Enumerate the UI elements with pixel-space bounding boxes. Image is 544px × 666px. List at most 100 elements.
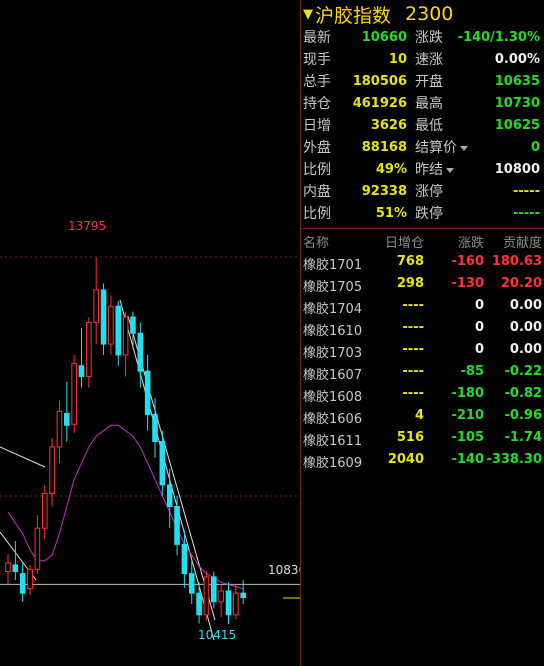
candle-body [56, 410, 63, 448]
contribution: 180.63 [491, 254, 542, 269]
daily-oi-change: ---- [402, 320, 424, 335]
candlestick-chart[interactable]: 13795 10415 10836 [0, 0, 300, 666]
quote-value: ----- [513, 205, 540, 221]
candle-body [144, 370, 151, 415]
quote-label-text: 最低 [415, 118, 443, 134]
quote-value: 10800 [494, 161, 540, 177]
chart-canvas: 13795 10415 10836 [0, 219, 300, 642]
daily-oi-change: 4 [414, 408, 424, 423]
contract-name: 橡胶1611 [303, 434, 363, 449]
instrument-title[interactable]: ▼ 沪胶指数 2300 [303, 0, 453, 28]
quote-label: 最低 [415, 115, 443, 135]
quote-value: 10635 [494, 73, 540, 89]
quote-value: 92338 [361, 183, 407, 199]
candle-body [19, 573, 26, 594]
contribution: -1.74 [504, 430, 542, 445]
quote-label-text: 涨跌 [415, 30, 443, 46]
contribution: 0.00 [509, 320, 542, 335]
candle-body [166, 484, 173, 508]
dropdown-triangle-icon[interactable]: ▼ [303, 7, 313, 22]
candle-body [159, 441, 166, 486]
price-change: -140 [451, 452, 484, 467]
contribution: -338.30 [486, 452, 542, 467]
candle-body [225, 590, 232, 616]
quote-label-text: 昨结 [415, 162, 443, 178]
table-row[interactable]: 橡胶1703 ---- 0 0.00 [301, 342, 544, 364]
candle-body [122, 316, 129, 356]
low-price-label: 10415 [198, 628, 236, 642]
table-row[interactable]: 橡胶1611 516 -105 -1.74 [301, 430, 544, 452]
candle-body [240, 592, 246, 598]
quote-value: 51% [375, 205, 407, 221]
quote-value: -140/1.30% [457, 29, 540, 45]
contract-name: 橡胶1609 [303, 456, 363, 471]
quote-panel: ▼ 沪胶指数 2300 最新 10660 涨跌 -140/1.30% 现手 10 速涨 0.0… [301, 0, 544, 666]
table-row[interactable]: 橡胶1705 298 -130 20.20 [301, 276, 544, 298]
table-row[interactable]: 橡胶1704 ---- 0 0.00 [301, 298, 544, 320]
quote-label: 持仓 [303, 96, 331, 112]
contract-name: 橡胶1607 [303, 368, 363, 383]
quote-label: 总手 [303, 74, 331, 90]
table-row[interactable]: 橡胶1606 4 -210 -0.96 [301, 408, 544, 430]
quote-label: 跌停 [415, 203, 443, 223]
quote-row: 内盘 92338 涨停 ----- [301, 180, 544, 202]
contract-name: 橡胶1606 [303, 412, 363, 427]
price-change: 0 [474, 342, 484, 357]
level-price-label: 10836 [268, 563, 300, 577]
component-table: 名称 日增仓 涨跌 贡献度 橡胶1701 768 -160 180.63 橡胶1705 298 -1… [301, 232, 544, 474]
chevron-down-icon[interactable] [446, 167, 454, 173]
daily-oi-change: ---- [402, 364, 424, 379]
table-row[interactable]: 橡胶1608 ---- -180 -0.82 [301, 386, 544, 408]
quote-label: 内盘 [303, 184, 331, 200]
quote-label: 比例 [303, 206, 331, 222]
table-row[interactable]: 橡胶1609 2040 -140 -338.30 [301, 452, 544, 474]
column-header[interactable]: 名称 [303, 232, 329, 251]
quote-row: 外盘 88168 结算价 0 [301, 136, 544, 158]
quote-label: 日增 [303, 118, 331, 134]
column-header[interactable]: 贡献度 [503, 232, 542, 251]
table-row[interactable]: 橡胶1610 ---- 0 0.00 [301, 320, 544, 342]
contract-name: 橡胶1703 [303, 346, 363, 361]
candle-body [211, 576, 217, 603]
quote-label[interactable]: 昨结 [415, 159, 454, 179]
trend-line [119, 299, 215, 641]
contribution: 20.20 [500, 276, 542, 291]
price-change: -105 [451, 430, 484, 445]
table-row[interactable]: 橡胶1607 ---- -85 -0.22 [301, 364, 544, 386]
candle-body [233, 592, 239, 616]
price-change: -180 [451, 386, 484, 401]
candle-body [64, 412, 70, 426]
candle-body [49, 446, 55, 495]
candle-body [34, 527, 41, 570]
quote-value: 10730 [494, 95, 540, 111]
daily-oi-change: ---- [402, 386, 424, 401]
table-row[interactable]: 橡胶1701 768 -160 180.63 [301, 254, 544, 276]
column-header[interactable]: 日增仓 [385, 232, 424, 251]
column-header[interactable]: 涨跌 [458, 232, 484, 251]
candle-body [115, 305, 122, 356]
quote-value: 49% [375, 161, 407, 177]
quote-label-text: 跌停 [415, 206, 443, 222]
price-change: -210 [451, 408, 484, 423]
section-divider [301, 228, 544, 229]
quote-value: 10 [388, 51, 407, 67]
candle-body [93, 289, 100, 323]
quote-label: 比例 [303, 162, 331, 178]
quote-row: 比例 49% 昨结 10800 [301, 158, 544, 180]
contribution: 0.00 [509, 298, 542, 313]
candle-body [188, 573, 195, 594]
quote-value: 180506 [352, 73, 407, 89]
quote-row: 最新 10660 涨跌 -140/1.30% [301, 26, 544, 48]
quote-label: 涨跌 [415, 27, 443, 47]
quote-value: 0 [530, 139, 540, 155]
quote-label[interactable]: 结算价 [415, 137, 468, 157]
quote-label: 开盘 [415, 71, 443, 91]
candle-body [108, 305, 114, 345]
price-change: -160 [451, 254, 484, 269]
price-change: 0 [474, 320, 484, 335]
contract-name: 橡胶1704 [303, 302, 363, 317]
daily-oi-change: 768 [396, 254, 424, 269]
price-change: 0 [474, 298, 484, 313]
chevron-down-icon[interactable] [460, 145, 468, 151]
daily-oi-change: 516 [396, 430, 424, 445]
